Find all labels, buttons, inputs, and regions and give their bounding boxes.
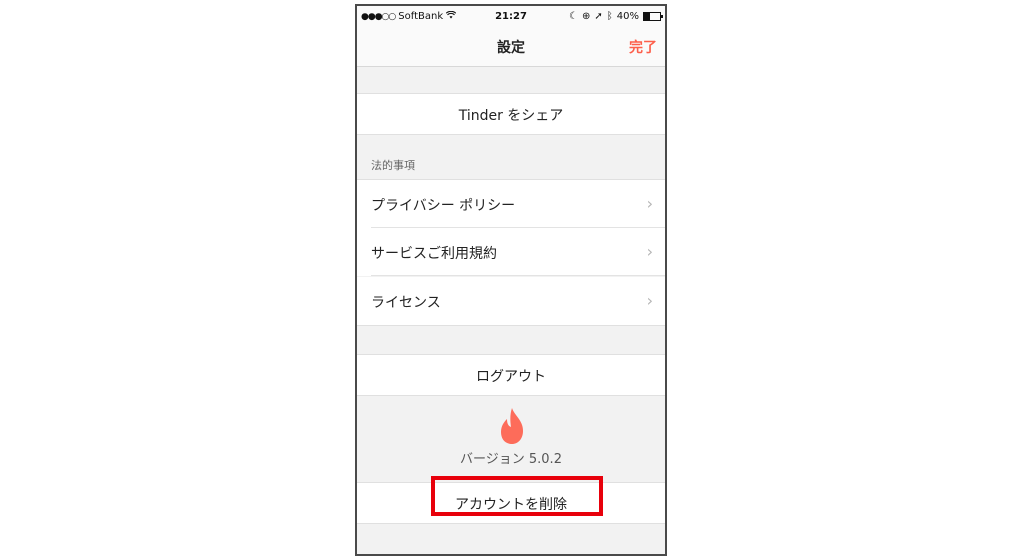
rotation-lock-icon: ⊕: [581, 11, 591, 22]
share-tinder-label: Tinder をシェア: [458, 108, 564, 124]
location-icon: ➚: [594, 11, 603, 22]
licenses-row[interactable]: ライセンス ›: [357, 277, 665, 326]
battery-percent: 40%: [616, 11, 639, 22]
moon-icon: ☾: [569, 11, 578, 22]
licenses-label: ライセンス: [371, 295, 441, 311]
privacy-policy-row[interactable]: プライバシー ポリシー ›: [357, 179, 665, 228]
chevron-right-icon: ›: [646, 242, 653, 261]
status-bar: ●●●○○ SoftBank 21:27 ☾ ⊕ ➚ ᛒ 40%: [357, 6, 665, 26]
navigation-bar: 設定 完了: [357, 26, 665, 67]
chevron-right-icon: ›: [646, 194, 653, 213]
bluetooth-icon: ᛒ: [606, 11, 613, 22]
battery-icon: [643, 12, 663, 21]
chevron-right-icon: ›: [646, 291, 653, 310]
terms-of-service-row[interactable]: サービスご利用規約 ›: [357, 228, 665, 276]
tinder-flame-icon: [497, 406, 527, 446]
phone-screen: ●●●○○ SoftBank 21:27 ☾ ⊕ ➚ ᛒ 40% 設定 完了 T…: [355, 4, 667, 556]
highlight-box: [431, 476, 603, 516]
terms-of-service-label: サービスご利用規約: [371, 246, 497, 262]
privacy-policy-label: プライバシー ポリシー: [371, 198, 516, 214]
legal-section-header: 法的事項: [371, 159, 415, 172]
logout-label: ログアウト: [476, 369, 546, 385]
row-divider: [371, 275, 665, 276]
share-tinder-button[interactable]: Tinder をシェア: [357, 93, 665, 135]
version-text: バージョン 5.0.2: [460, 452, 562, 467]
page-title: 設定: [497, 40, 525, 56]
logout-button[interactable]: ログアウト: [357, 354, 665, 396]
done-button[interactable]: 完了: [629, 37, 657, 57]
